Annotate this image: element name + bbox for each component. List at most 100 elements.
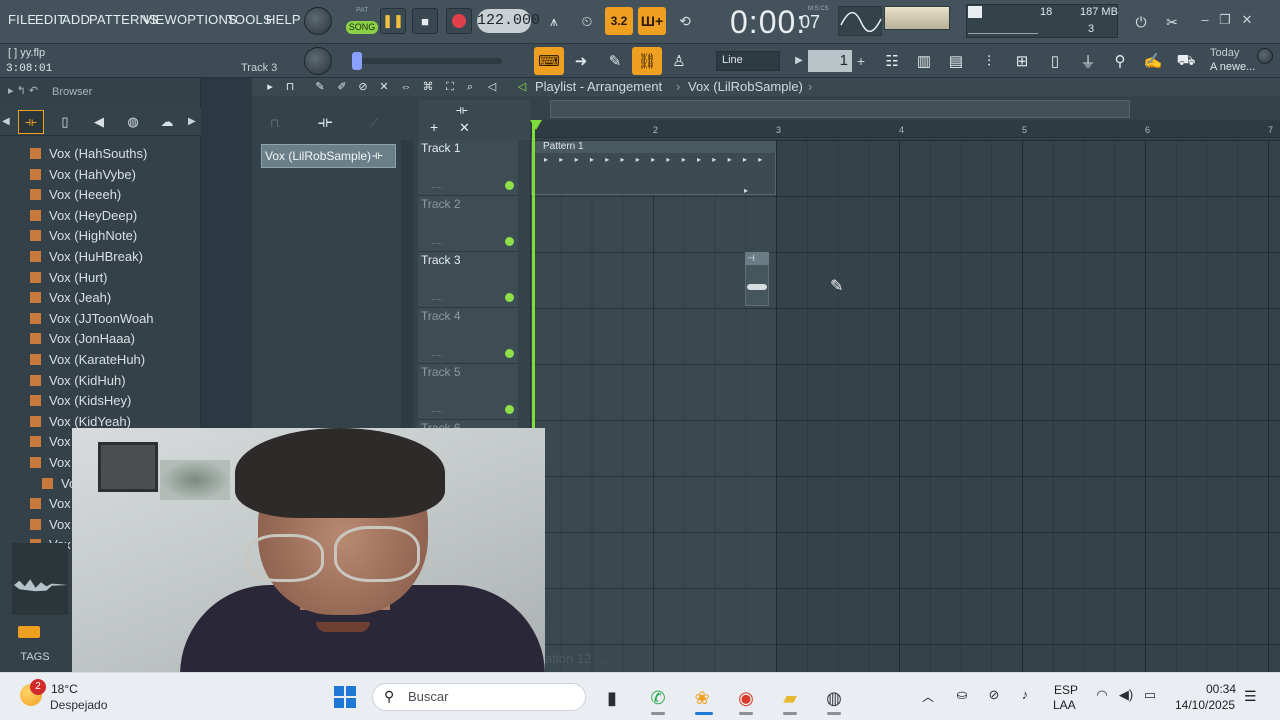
news-title[interactable]: A newe... [1210,61,1255,73]
browser-list-item[interactable]: Vox (KidHuh) [30,373,190,393]
keyboard-layout-indicator[interactable]: LAA [1053,698,1076,712]
snap-dropdown[interactable]: Line [716,51,780,71]
plugin-wrapper-button[interactable]: ✂ [1158,8,1186,36]
browser-tab-cloud[interactable]: ☁ [154,110,180,134]
browser-list-item[interactable]: Vox (Jeah) [30,290,190,310]
picker-audio-icon[interactable]: ⟛ [318,114,333,132]
track-grip[interactable] [432,411,442,413]
tempo-display[interactable]: 122.000 [477,9,540,33]
browser-list-item[interactable]: Vox (JJToonWoah [30,311,190,331]
browser-list-item[interactable]: Vox (KidsHey) [30,393,190,413]
browser-tab-all[interactable]: ⟛ [18,110,44,134]
paint-icon[interactable]: ✐ [334,80,350,94]
remove-track-button[interactable]: ✕ [459,120,470,136]
menu-edit[interactable]: EDIT [35,12,65,27]
track-grip[interactable] [432,187,442,189]
track-mute-led[interactable] [505,405,514,414]
menu-view[interactable]: VIEW [143,12,177,27]
add-track-button[interactable]: + [430,119,438,135]
play-arrow-icon[interactable]: ◁ [514,80,530,94]
menu-help[interactable]: HELP [266,12,301,27]
playlist-window-button[interactable]: ☷ [878,47,906,75]
track-mute-led[interactable] [505,293,514,302]
pattern-selector[interactable]: 1 [808,50,852,72]
browser-list-item[interactable]: Vox (HahVybe) [30,167,190,187]
browser-list-item[interactable]: Vox (HuHBreak) [30,249,190,269]
track-name[interactable]: Track 2 [421,197,461,211]
battery-icon[interactable]: ▭ [1140,687,1160,705]
draw-tool-button[interactable]: ✎ [600,47,630,75]
main-volume-knob[interactable] [304,7,332,35]
maximize-button[interactable]: ❐ [1216,12,1234,30]
picker-automation-icon[interactable]: ⟋ [370,116,378,131]
blend-notes-button[interactable]: 3.2 [605,7,633,35]
playlist-current-item[interactable]: Vox (LilRobSample) [688,79,803,94]
slice-icon[interactable]: ⌘ [420,80,436,94]
minimize-button[interactable]: – [1196,12,1214,30]
playback-icon[interactable]: ◁ [484,80,500,94]
store-button[interactable]: ⛟ [1172,47,1200,75]
magnet-icon[interactable]: ⊓ [282,80,298,94]
browser-tab-audio[interactable]: ◀ [86,110,112,134]
browser-list-item[interactable]: Vox (KarateHuh) [30,352,190,372]
taskbar-search[interactable] [372,683,586,711]
track-name[interactable]: Track 4 [421,309,461,323]
playlist-menu-icon[interactable]: ▸ [262,80,278,94]
pat-mode-label[interactable]: PAT [356,7,369,14]
pattern-prev-button[interactable]: ▶ [792,51,806,71]
menu-file[interactable]: FILE [8,12,36,27]
clock-time[interactable]: 00:34 [1206,682,1236,696]
channel-rack-button[interactable]: ▤ [942,47,970,75]
track-grip[interactable] [432,243,442,245]
plugin-picker-button[interactable]: ⏚ [1074,47,1102,75]
metronome-button[interactable]: ⩚ [540,7,568,35]
track-name[interactable]: Track 3 [421,253,461,267]
track-grip[interactable] [432,355,442,357]
browser-list-item[interactable]: Vox (HeyDeep) [30,208,190,228]
mixer-button[interactable]: ⫶ [975,47,1003,75]
browser-list-item[interactable]: Vox (Heeeh) [30,187,190,207]
close-button[interactable]: ✕ [1238,12,1256,30]
browser-list-item[interactable]: Vox (JonHaaa) [30,331,190,351]
step-edit-button[interactable]: Ш+ [638,7,666,35]
countdown-button[interactable]: ⏲ [573,7,601,35]
timeline-ruler[interactable] [530,120,1280,138]
mute-icon[interactable]: ✕ [376,80,392,94]
search-placeholder[interactable]: Buscar [408,689,448,704]
horizontal-scrollbar[interactable] [550,100,1130,118]
tray-network-off-icon[interactable]: ⊘ [984,687,1004,705]
track-name[interactable]: Track 5 [421,365,461,379]
clock-date[interactable]: 14/10/2025 [1175,698,1235,712]
wifi-icon[interactable]: ◠ [1092,687,1112,705]
weather-temperature[interactable]: 18°C [51,682,78,696]
record-button[interactable] [446,8,472,34]
stop-button[interactable]: ■ [412,8,438,34]
notification-icon[interactable]: ☰ [1244,688,1257,705]
add-pattern-button[interactable]: + [854,51,868,71]
main-pitch-knob[interactable] [304,47,332,75]
pencil-icon[interactable]: ✎ [312,80,328,94]
tray-app-icon[interactable]: ⛀ [952,687,972,705]
browser-list-item[interactable]: Vox (HighNote) [30,228,190,248]
language-indicator[interactable]: ESP [1054,683,1078,697]
tags-button[interactable]: TAGS [14,646,56,668]
browser-list-item[interactable]: Vox (Hurt) [30,270,190,290]
typing-keyboard-button[interactable]: ⌨ [534,47,564,75]
link-button[interactable]: ⛓ [632,47,662,75]
track-grip[interactable] [432,299,442,301]
news-date[interactable]: Today [1210,47,1239,59]
preview-play-button[interactable] [18,626,40,638]
loop-record-button[interactable]: ⟲ [671,7,699,35]
browser-window-button[interactable]: ▯ [1041,47,1069,75]
start-button[interactable] [334,686,356,708]
obs-app[interactable]: ◍ [820,684,848,712]
browser-list-item[interactable]: Vox (HahSouths) [30,146,190,166]
browser-tab-plugins[interactable]: ◍ [120,110,146,134]
volume-icon[interactable]: ◀) [1116,687,1136,705]
panic-button[interactable]: ⏻ [1127,8,1155,36]
snap-arrow-button[interactable]: ➜ [566,47,596,75]
track-mute-led[interactable] [505,349,514,358]
slider-handle[interactable] [352,52,362,70]
chevron-left-icon[interactable]: ◀ [2,116,10,127]
song-mode-toggle[interactable]: SONG [346,21,378,34]
